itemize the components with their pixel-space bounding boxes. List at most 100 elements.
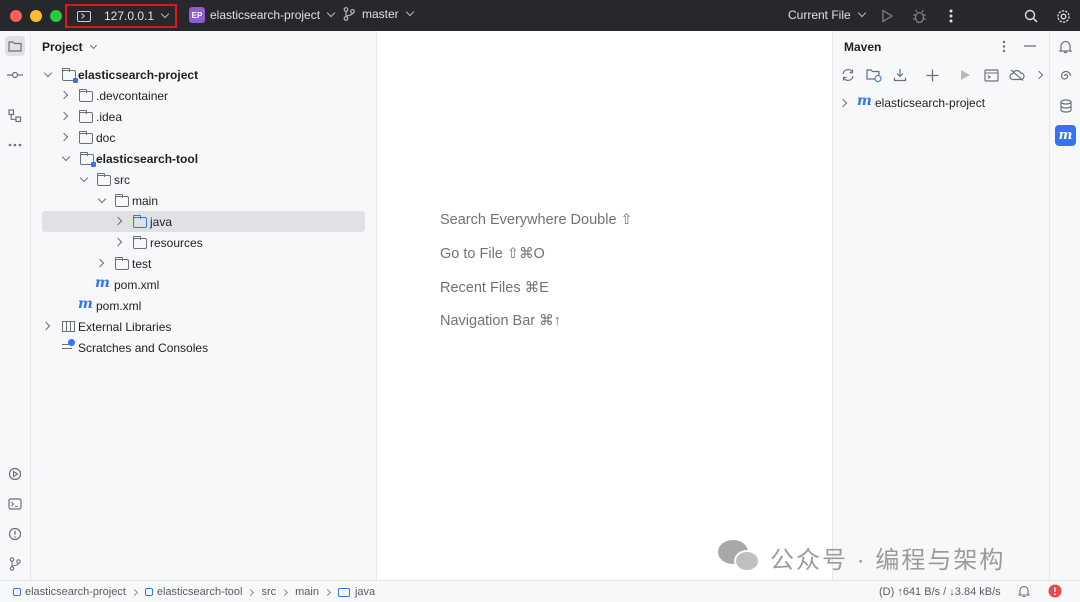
tree-node-label: elasticsearch-tool bbox=[96, 151, 199, 166]
maven-execute-goal-button[interactable] bbox=[982, 66, 1000, 84]
expand-arrow-icon[interactable] bbox=[113, 216, 123, 226]
commit-icon bbox=[7, 71, 23, 79]
tree-node-java[interactable]: java bbox=[42, 211, 365, 232]
module-folder-icon bbox=[62, 68, 78, 83]
expand-arrow-icon[interactable] bbox=[59, 111, 69, 121]
branch-selector[interactable]: master bbox=[343, 7, 414, 21]
editor-empty-state: Search Everywhere Double ⇧ Go to File ⇧⌘… bbox=[377, 31, 832, 580]
tree-node-project-root[interactable]: elasticsearch-project bbox=[31, 64, 377, 85]
tree-node-test[interactable]: test bbox=[31, 253, 377, 274]
tree-node-doc[interactable]: doc bbox=[31, 127, 377, 148]
expand-arrow-icon[interactable] bbox=[838, 98, 848, 108]
database-tool-button[interactable] bbox=[1055, 95, 1076, 116]
maven-file-icon: m bbox=[78, 296, 93, 312]
notifications-tool-button[interactable] bbox=[1055, 36, 1076, 57]
tree-node-label: java bbox=[150, 214, 173, 229]
ai-assistant-tool-button[interactable] bbox=[1055, 65, 1076, 86]
project-tool-button[interactable] bbox=[5, 36, 25, 56]
tree-node-main[interactable]: main bbox=[31, 190, 377, 211]
window-controls bbox=[10, 9, 62, 22]
expand-arrow-icon[interactable] bbox=[43, 68, 53, 78]
tree-node-label: doc bbox=[96, 130, 116, 145]
tree-node-module-pom[interactable]: m pom.xml bbox=[31, 274, 377, 295]
breadcrumb-item[interactable]: elasticsearch-tool bbox=[157, 586, 243, 598]
project-panel: Project elasticsearch-project .devcontai… bbox=[31, 31, 377, 580]
maven-reload-button[interactable] bbox=[839, 66, 857, 84]
terminal-tool-button[interactable] bbox=[5, 494, 25, 514]
folder-icon bbox=[8, 41, 22, 52]
expand-arrow-icon[interactable] bbox=[61, 152, 71, 162]
tree-node-resources[interactable]: resources bbox=[31, 232, 377, 253]
execute-goal-icon bbox=[983, 68, 999, 82]
tree-node-src[interactable]: src bbox=[31, 169, 377, 190]
tree-node-scratches[interactable]: Scratches and Consoles bbox=[31, 337, 377, 358]
expand-arrow-icon[interactable] bbox=[59, 132, 69, 142]
expand-arrow-icon[interactable] bbox=[41, 321, 51, 331]
tree-node-label: test bbox=[132, 256, 152, 271]
structure-tool-button[interactable] bbox=[5, 106, 25, 126]
tree-node-elasticsearch-tool[interactable]: elasticsearch-tool bbox=[31, 148, 377, 169]
problems-tool-button[interactable] bbox=[5, 524, 25, 544]
breadcrumb-item[interactable]: java bbox=[355, 586, 375, 598]
git-tool-button[interactable] bbox=[5, 554, 25, 574]
folder-icon bbox=[79, 131, 93, 144]
more-tools-button[interactable] bbox=[5, 135, 25, 155]
reload-icon bbox=[842, 69, 854, 81]
error-indicator[interactable] bbox=[1048, 584, 1062, 601]
services-tool-button[interactable] bbox=[5, 464, 25, 484]
source-folder-icon bbox=[133, 215, 147, 228]
maven-download-button[interactable] bbox=[891, 66, 909, 84]
expand-arrow-icon[interactable] bbox=[113, 237, 123, 247]
maven-project-icon: m bbox=[857, 93, 872, 109]
chevron-right-icon bbox=[323, 588, 332, 596]
breadcrumb-item[interactable]: main bbox=[295, 586, 319, 598]
hint-recent-files: Recent Files ⌘E bbox=[440, 280, 549, 296]
search-button[interactable] bbox=[1022, 7, 1040, 25]
commit-tool-button[interactable] bbox=[5, 65, 25, 85]
expand-arrow-icon[interactable] bbox=[59, 90, 69, 100]
tree-node-external-libraries[interactable]: External Libraries bbox=[31, 316, 377, 337]
tree-node-label: Scratches and Consoles bbox=[78, 340, 209, 355]
expand-arrow-icon[interactable] bbox=[95, 258, 105, 268]
database-icon bbox=[1059, 98, 1072, 113]
maven-file-icon: m bbox=[95, 275, 110, 291]
maven-run-button[interactable] bbox=[956, 66, 974, 84]
run-config-label: Current File bbox=[788, 8, 851, 22]
tree-node-idea[interactable]: .idea bbox=[31, 106, 377, 127]
run-button[interactable] bbox=[878, 7, 896, 25]
maven-add-button[interactable] bbox=[923, 66, 941, 84]
debug-button[interactable] bbox=[910, 7, 928, 25]
play-icon bbox=[961, 70, 970, 80]
maven-hide-button[interactable] bbox=[1021, 37, 1039, 55]
maximize-window-button[interactable] bbox=[50, 9, 62, 22]
expand-arrow-icon[interactable] bbox=[97, 194, 107, 204]
maven-offline-toggle[interactable] bbox=[1008, 66, 1026, 84]
hint-search-everywhere: Search Everywhere Double ⇧ bbox=[440, 212, 633, 228]
maven-toolbar-overflow-button[interactable] bbox=[1030, 66, 1048, 84]
maven-add-project-button[interactable] bbox=[865, 66, 883, 84]
tree-node-label: pom.xml bbox=[114, 277, 160, 292]
more-actions-button[interactable] bbox=[942, 7, 960, 25]
vcs-status-button[interactable] bbox=[1017, 585, 1031, 601]
remote-host-selector[interactable]: 127.0.0.1 bbox=[65, 4, 177, 28]
expand-arrow-icon[interactable] bbox=[79, 173, 89, 183]
project-selector[interactable]: EP elasticsearch-project bbox=[189, 7, 336, 23]
tree-node-devcontainer[interactable]: .devcontainer bbox=[31, 85, 377, 106]
breadcrumb-item[interactable]: src bbox=[261, 586, 276, 598]
run-configuration-selector[interactable]: Current File bbox=[788, 8, 866, 22]
minimize-window-button[interactable] bbox=[30, 9, 42, 22]
folder-icon bbox=[79, 110, 93, 123]
tree-node-label: .idea bbox=[96, 109, 123, 124]
tree-node-root-pom[interactable]: m pom.xml bbox=[31, 295, 377, 316]
maven-options-button[interactable] bbox=[995, 37, 1013, 55]
close-window-button[interactable] bbox=[10, 9, 22, 22]
breadcrumb-item[interactable]: elasticsearch-project bbox=[25, 586, 126, 598]
tree-node-label: src bbox=[114, 172, 130, 187]
error-icon bbox=[1048, 584, 1062, 598]
network-speed[interactable]: (D) ↑641 B/s / ↓3.84 kB/s bbox=[879, 586, 1001, 598]
module-folder-icon bbox=[80, 152, 96, 167]
chevron-right-icon bbox=[130, 588, 138, 596]
project-panel-header[interactable]: Project bbox=[42, 40, 97, 54]
maven-tool-button[interactable]: m bbox=[1055, 125, 1076, 146]
settings-button[interactable] bbox=[1054, 7, 1072, 25]
